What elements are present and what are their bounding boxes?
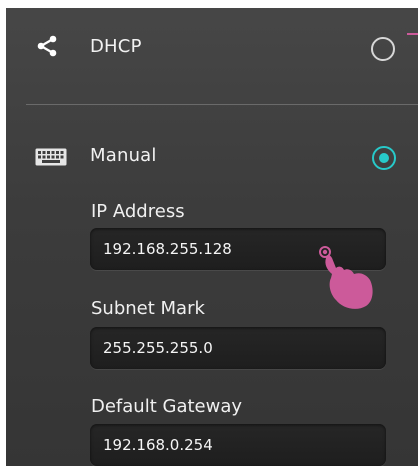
pointing-hand-icon [319,246,373,309]
default-gateway-input[interactable]: 192.168.0.254 [90,424,386,466]
subnet-mask-label: Subnet Mark [91,298,205,319]
share-icon [34,33,60,59]
top-margin [0,0,420,8]
left-margin [0,0,6,466]
manual-radio[interactable] [372,146,396,170]
annotation-line [407,33,418,35]
dhcp-option-row[interactable]: DHCP [0,20,418,80]
keyboard-icon [34,146,68,168]
network-settings-panel: DHCP Manual IP Address 192.168.255.128 S… [0,0,418,466]
manual-label: Manual [90,145,157,166]
manual-option-row[interactable]: Manual [0,130,418,186]
subnet-mask-input[interactable]: 255.255.255.0 [90,327,386,369]
default-gateway-label: Default Gateway [91,396,243,417]
dhcp-radio[interactable] [371,37,395,61]
ip-address-label: IP Address [91,201,185,222]
divider [26,104,418,105]
dhcp-label: DHCP [90,36,142,57]
